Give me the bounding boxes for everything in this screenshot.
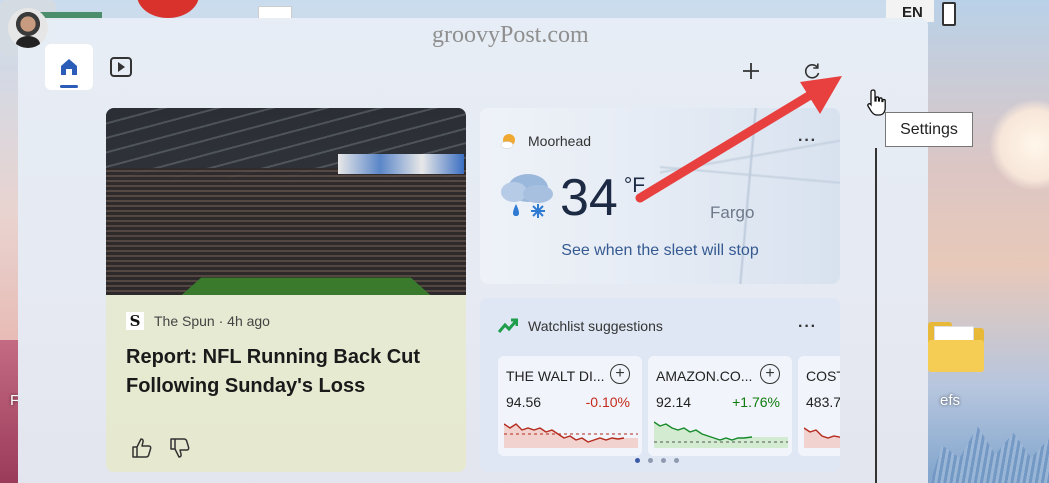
home-icon [61, 59, 77, 75]
pager-dot[interactable] [635, 458, 640, 463]
desktop-wallpaper [928, 0, 1049, 483]
stock-price: 94.56 [506, 394, 542, 410]
watchlist-card[interactable]: Watchlist suggestions ··· THE WALT DI...… [480, 298, 840, 472]
stock-card[interactable]: COSTC 483.7 [798, 356, 840, 456]
tab-home[interactable] [45, 44, 93, 90]
folder-icon[interactable] [928, 320, 984, 372]
pager-dot[interactable] [661, 458, 666, 463]
thumbs-down-icon[interactable] [168, 436, 192, 460]
weather-location[interactable]: Moorhead [528, 133, 591, 149]
carousel-pager[interactable] [635, 458, 679, 463]
pager-dot[interactable] [648, 458, 653, 463]
stock-name: COSTC [806, 368, 840, 384]
news-source: The Spun · 4h ago [154, 313, 270, 329]
add-stock-button[interactable]: + [760, 364, 780, 384]
stock-name: THE WALT DI... [506, 368, 605, 384]
desktop-icon-partial[interactable] [137, 0, 199, 18]
pager-dot[interactable] [674, 458, 679, 463]
stadium-scoreboard [338, 154, 464, 174]
source-logo: S [126, 312, 144, 330]
annotation-arrow [635, 76, 842, 203]
stock-trend-icon [498, 318, 518, 333]
news-photo [106, 108, 466, 295]
news-headline[interactable]: Report: NFL Running Back Cut Following S… [126, 343, 446, 401]
settings-tooltip: Settings [885, 112, 973, 147]
stock-change: +1.76% [732, 394, 780, 410]
watchlist-title: Watchlist suggestions [528, 318, 663, 334]
partly-cloudy-icon [500, 134, 515, 149]
stock-card[interactable]: THE WALT DI... + 94.56 -0.10% [498, 356, 642, 456]
play-icon [110, 57, 132, 77]
sleet-icon [501, 174, 553, 218]
watchlist-more-button[interactable]: ··· [798, 318, 817, 336]
thumbs-up-icon[interactable] [130, 436, 154, 460]
stock-price: 92.14 [656, 394, 692, 410]
temperature: 34 [560, 169, 618, 227]
stock-card[interactable]: AMAZON.CO... + 92.14 +1.76% [648, 356, 792, 456]
news-card[interactable]: S The Spun · 4h ago Report: NFL Running … [106, 108, 466, 472]
scrollbar[interactable] [875, 148, 877, 483]
stock-sparkline [804, 427, 840, 448]
stock-sparkline [504, 423, 638, 448]
watermark: groovyPost.com [432, 22, 589, 48]
stock-sparkline [654, 421, 788, 448]
stock-name: AMAZON.CO... [656, 368, 753, 384]
weather-forecast-link[interactable]: See when the sleet will stop [480, 242, 840, 260]
desktop-wallpaper-left [0, 340, 18, 483]
stock-change: -0.10% [585, 394, 630, 410]
phone-icon[interactable] [942, 2, 956, 26]
stock-price: 483.7 [806, 394, 840, 410]
avatar [8, 8, 48, 48]
football-field [156, 277, 456, 295]
desktop-folder-label[interactable]: efs [940, 392, 960, 409]
add-stock-button[interactable]: + [610, 364, 630, 384]
tab-video[interactable] [97, 44, 145, 90]
